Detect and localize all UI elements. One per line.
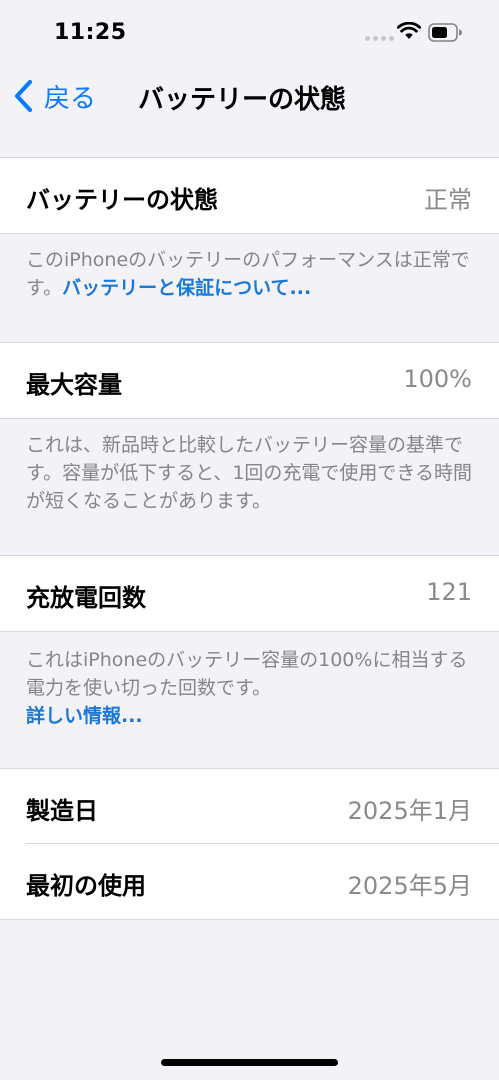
status-time: 11:25: [54, 20, 127, 45]
max-capacity-label: 最大容量: [26, 371, 122, 399]
home-indicator[interactable]: [161, 1059, 338, 1066]
manufacture-date-label: 製造日: [26, 797, 98, 825]
max-capacity-note-text: これは、新品時と比較したバッテリー容量の基準です。容量が低下すると、1回の充電で…: [26, 434, 473, 512]
battery-health-value: 正常: [424, 186, 472, 214]
cycle-count-value: 121: [426, 578, 472, 606]
cycle-count-label: 充放電回数: [26, 584, 146, 612]
battery-icon: [428, 23, 462, 42]
cycle-count-row: 充放電回数 121: [0, 556, 499, 631]
battery-health-label: バッテリーの状態: [26, 186, 218, 214]
cycle-count-note-text: これはiPhoneのバッテリー容量の100%に相当する電力を使い切った回数です。: [26, 649, 468, 699]
navigation-bar: 戻る バッテリーの状態: [0, 66, 499, 126]
max-capacity-note: これは、新品時と比較したバッテリー容量の基準です。容量が低下すると、1回の充電で…: [26, 431, 476, 515]
cycle-count-group: 充放電回数 121: [0, 555, 499, 632]
cycle-count-note: これはiPhoneのバッテリー容量の100%に相当する電力を使い切った回数です。…: [26, 646, 476, 730]
manufacture-date-value: 2025年1月: [347, 797, 472, 825]
back-button[interactable]: 戻る: [12, 76, 96, 116]
first-use-row: 最初の使用 2025年5月: [0, 844, 499, 919]
back-button-label: 戻る: [44, 83, 97, 114]
battery-health-row: バッテリーの状態 正常: [0, 158, 499, 233]
max-capacity-value: 100%: [403, 365, 472, 393]
learn-more-link[interactable]: 詳しい情報...: [26, 705, 143, 727]
signal-dots-icon: [365, 36, 394, 41]
status-bar: 11:25: [0, 0, 499, 66]
battery-warranty-link[interactable]: バッテリーと保証について...: [62, 277, 311, 299]
page-title: バッテリーの状態: [138, 85, 347, 115]
battery-health-note: このiPhoneのバッテリーのパフォーマンスは正常です。バッテリーと保証について…: [26, 246, 476, 302]
first-use-value: 2025年5月: [347, 872, 472, 900]
battery-health-group: バッテリーの状態 正常: [0, 157, 499, 234]
dates-group: 製造日 2025年1月 最初の使用 2025年5月: [0, 768, 499, 920]
manufacture-date-row: 製造日 2025年1月: [0, 769, 499, 844]
chevron-left-icon: [14, 79, 33, 113]
max-capacity-row: 最大容量 100%: [0, 343, 499, 418]
max-capacity-group: 最大容量 100%: [0, 342, 499, 419]
first-use-label: 最初の使用: [26, 872, 146, 900]
wifi-icon: [397, 22, 421, 39]
